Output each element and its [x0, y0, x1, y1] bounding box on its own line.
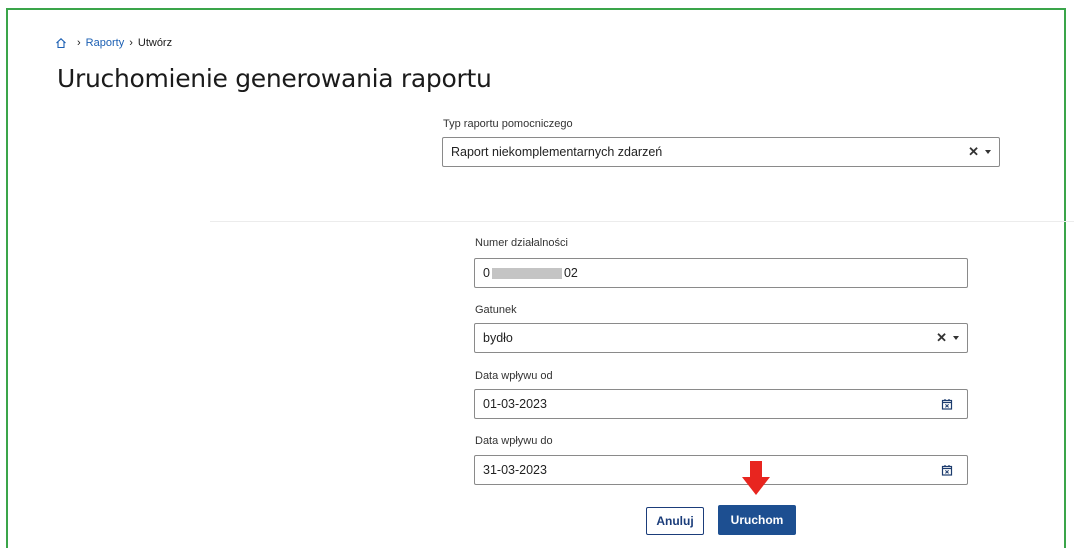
- date-from-value: 01-03-2023: [483, 397, 547, 411]
- report-type-select[interactable]: Raport niekomplementarnych zdarzeń ✕: [442, 137, 1000, 167]
- chevron-down-icon[interactable]: [953, 336, 959, 340]
- run-button[interactable]: Uruchom: [718, 505, 796, 535]
- annotation-arrow-icon: [742, 461, 770, 495]
- clear-icon[interactable]: ✕: [936, 330, 947, 346]
- chevron-down-icon[interactable]: [985, 150, 991, 154]
- report-type-value: Raport niekomplementarnych zdarzeń: [451, 145, 663, 159]
- calendar-icon[interactable]: [941, 398, 953, 410]
- breadcrumb-item-raporty[interactable]: Raporty: [86, 37, 125, 49]
- species-select[interactable]: bydło ✕: [474, 323, 968, 353]
- home-icon[interactable]: [55, 37, 67, 49]
- activity-number-prefix: 0: [483, 266, 490, 280]
- activity-number-label: Numer działalności: [475, 237, 568, 249]
- clear-icon[interactable]: ✕: [968, 144, 979, 160]
- calendar-icon[interactable]: [941, 464, 953, 476]
- date-from-label: Data wpływu od: [475, 370, 553, 382]
- activity-number-suffix: 02: [563, 266, 578, 280]
- breadcrumb-separator: ›: [77, 37, 81, 49]
- breadcrumb-item-utworz: Utwórz: [137, 37, 173, 49]
- redaction-mask: [491, 268, 562, 280]
- activity-number-input[interactable]: 0 02: [474, 258, 968, 288]
- page-title: Uruchomienie generowania raportu: [57, 64, 492, 93]
- cancel-button[interactable]: Anuluj: [646, 507, 704, 535]
- breadcrumb-separator: ›: [129, 37, 133, 49]
- date-from-input[interactable]: 01-03-2023: [474, 389, 968, 419]
- species-value: bydło: [483, 331, 513, 345]
- report-type-label: Typ raportu pomocniczego: [443, 118, 573, 130]
- date-to-input[interactable]: 31-03-2023: [474, 455, 968, 485]
- species-label: Gatunek: [475, 304, 517, 316]
- breadcrumb: › Raporty › Utwórz: [55, 37, 172, 49]
- date-to-label: Data wpływu do: [475, 435, 553, 447]
- section-divider: [210, 221, 1074, 222]
- date-to-value: 31-03-2023: [483, 463, 547, 477]
